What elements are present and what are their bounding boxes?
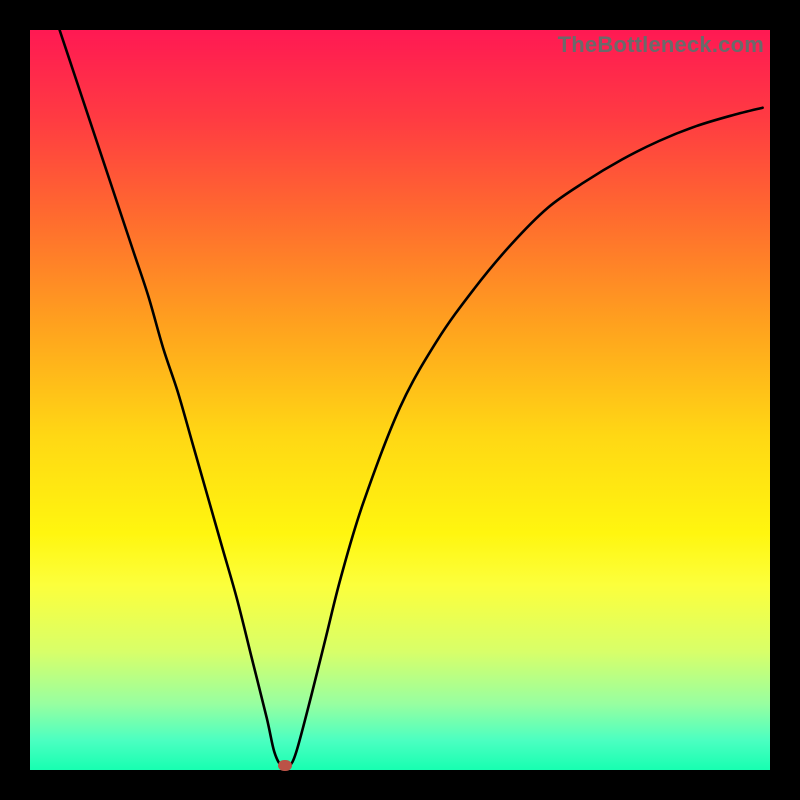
chart-frame: TheBottleneck.com (0, 0, 800, 800)
plot-area: TheBottleneck.com (30, 30, 770, 770)
curve-svg (30, 30, 770, 770)
bottleneck-curve (60, 30, 763, 768)
